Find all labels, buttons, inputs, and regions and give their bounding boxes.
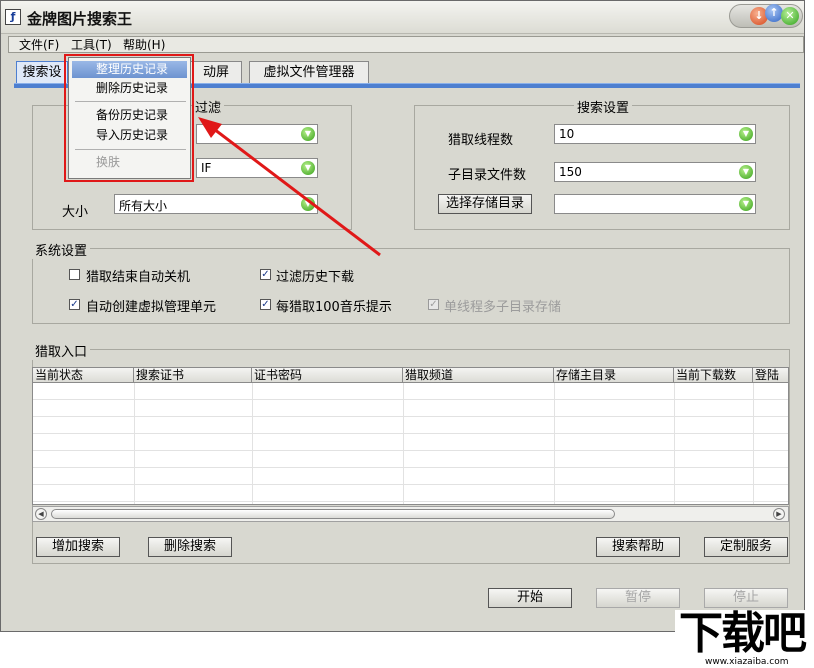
watermark-logo: 下载吧 [679, 608, 807, 659]
annotation-arrow [198, 117, 381, 257]
watermark-url: www.xiazaiba.com [705, 657, 789, 667]
watermark: 下载吧 www.xiazaiba.com [675, 610, 814, 668]
